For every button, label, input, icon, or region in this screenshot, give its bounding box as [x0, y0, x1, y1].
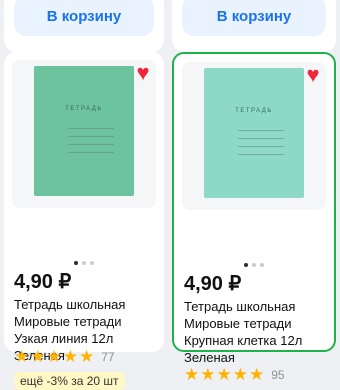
star-icon: ★ [79, 347, 95, 366]
quantity-discount-badge: ещё -3% за 20 шт [14, 372, 125, 390]
notebook-cover: ТЕТРАДЬ [34, 66, 134, 196]
product-card-top-left: В корзину [4, 0, 164, 52]
image-pagination [4, 261, 164, 265]
notebook-cover: ТЕТРАДЬ [204, 68, 304, 198]
star-icon: ★ [46, 347, 62, 366]
product-image[interactable]: ТЕТРАДЬ ♥ [12, 60, 156, 208]
product-card[interactable]: ТЕТРАДЬ ♥ 4,90 ₽ Тетрадь школьная Мировы… [4, 52, 164, 390]
product-image[interactable]: ТЕТРАДЬ ♥ [182, 62, 326, 210]
product-name[interactable]: Тетрадь школьная Мировые тетради Крупная… [184, 298, 326, 366]
product-price: 4,90 ₽ [14, 271, 72, 293]
add-to-cart-button[interactable]: В корзину [14, 0, 154, 36]
add-to-cart-button[interactable]: В корзину [182, 0, 326, 36]
star-icon: ★ [249, 365, 265, 384]
product-card-top-right: В корзину [172, 0, 336, 52]
rating-count: 95 [271, 367, 285, 382]
star-icon: ★ [232, 365, 248, 384]
star-icon: ★ [200, 365, 216, 384]
star-icon: ★ [62, 347, 78, 366]
heart-icon[interactable]: ♥ [302, 64, 324, 86]
product-price: 4,90 ₽ [184, 273, 242, 295]
cover-title: ТЕТРАДЬ [235, 108, 273, 114]
cover-title: ТЕТРАДЬ [65, 106, 103, 112]
heart-icon[interactable]: ♥ [132, 62, 154, 84]
rating: ★ ★ ★ ★ ★ 77 [14, 348, 115, 365]
rating: ★ ★ ★ ★ ★ 95 [184, 366, 285, 383]
star-icon: ★ [30, 347, 46, 366]
product-card[interactable]: ТЕТРАДЬ ♥ 4,90 ₽ Тетрадь школьная Мировы… [172, 52, 336, 383]
star-icon: ★ [184, 365, 200, 384]
image-pagination [174, 263, 334, 267]
star-icon: ★ [14, 347, 30, 366]
rating-count: 77 [101, 349, 115, 364]
star-icon: ★ [216, 365, 232, 384]
